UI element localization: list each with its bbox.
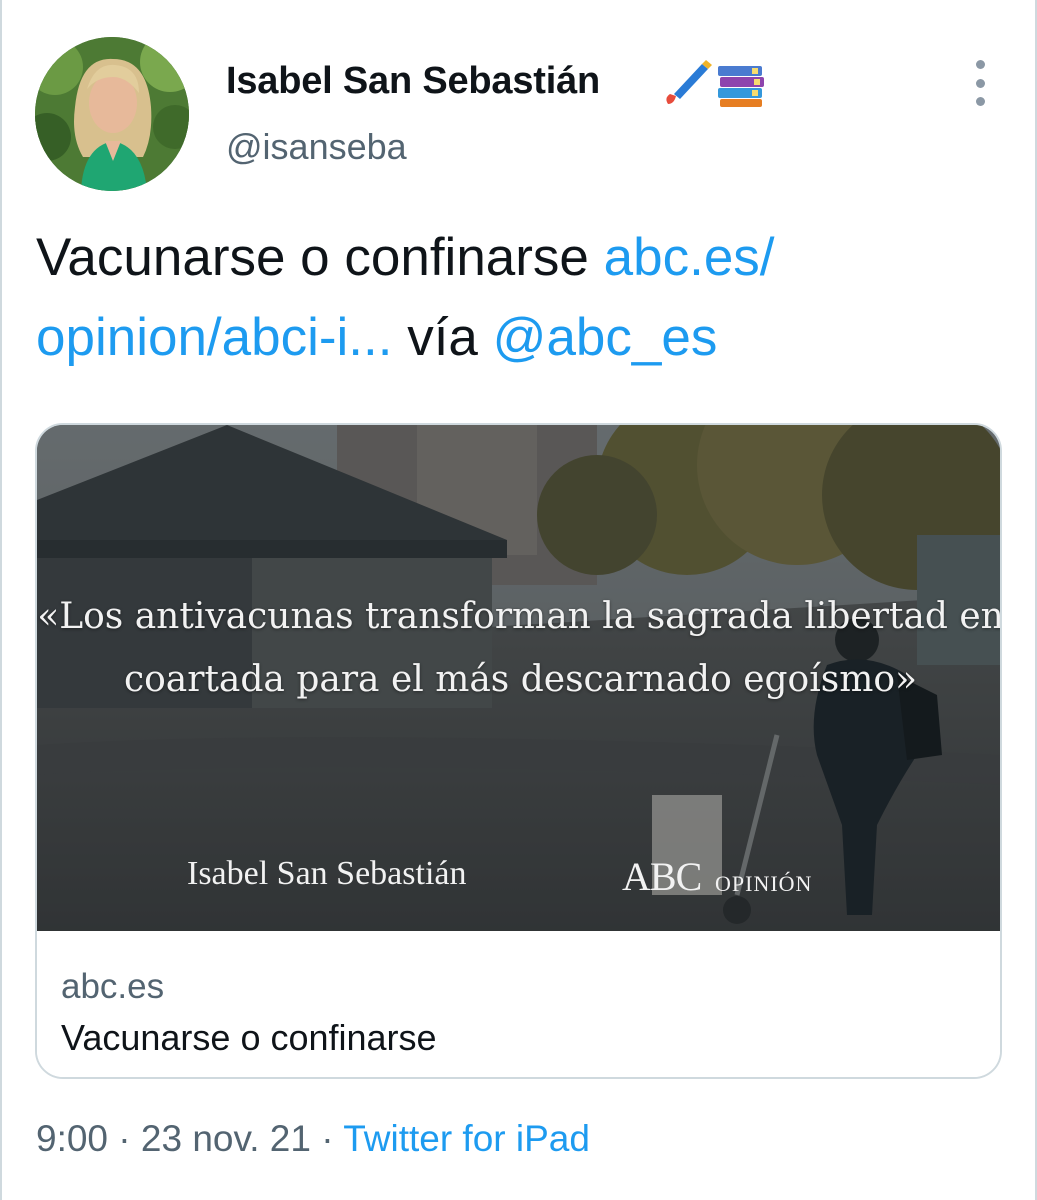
meta-separator: · (310, 1118, 344, 1159)
card-title: Vacunarse o confinarse (61, 1017, 437, 1058)
tweet-date[interactable]: 23 nov. 21 (141, 1118, 311, 1159)
card-footer: abc.es Vacunarse o confinarse (37, 931, 1000, 1077)
name-emoji-group (662, 58, 772, 108)
more-vertical-icon[interactable] (960, 60, 1000, 106)
tweet-meta: 9:00 · 23 nov. 21 · Twitter for iPad (36, 1118, 590, 1160)
tweet-text-via: vía (392, 308, 493, 367)
card-quote: «Los antivacunas transforman la sagrada … (37, 596, 1002, 700)
card-brand-logo: ABC (622, 854, 702, 899)
paintbrush-emoji (666, 60, 712, 104)
avatar[interactable] (35, 37, 189, 191)
avatar-photo (35, 37, 189, 191)
tweet-mention[interactable]: @abc_es (493, 308, 718, 367)
card-image: «Los antivacunas transforman la sagrada … (37, 425, 1002, 931)
card-quote-author: Isabel San Sebastián (187, 855, 467, 892)
books-emoji (718, 66, 764, 107)
author-handle[interactable]: @isanseba (226, 126, 407, 168)
frame-edge-left (0, 0, 2, 1200)
author-name[interactable]: Isabel San Sebastián (226, 60, 600, 103)
card-domain: abc.es (61, 967, 165, 1006)
card-brand-section: OPINIÓN (715, 871, 813, 896)
tweet-text: Vacunarse o confinarse abc.es/ opinion/a… (36, 218, 996, 378)
tweet-source[interactable]: Twitter for iPad (343, 1118, 590, 1159)
meta-separator: · (108, 1118, 141, 1159)
tweet-time[interactable]: 9:00 (36, 1118, 108, 1159)
link-card[interactable]: «Los antivacunas transforman la sagrada … (35, 423, 1002, 1079)
tweet-text-plain: Vacunarse o confinarse (36, 228, 604, 287)
